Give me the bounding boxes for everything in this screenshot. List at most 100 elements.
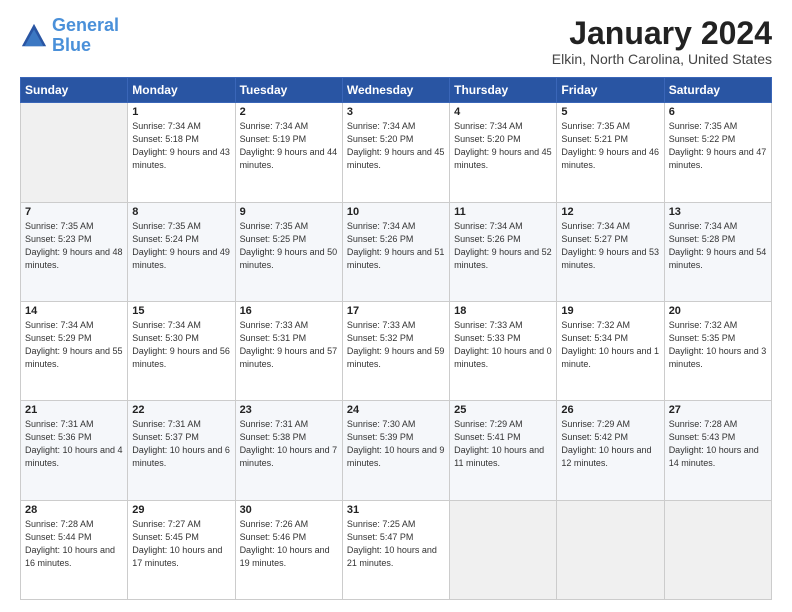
weekday-header: Wednesday bbox=[342, 78, 449, 103]
day-info: Sunrise: 7:34 AMSunset: 5:29 PMDaylight:… bbox=[25, 319, 123, 371]
day-number: 11 bbox=[454, 206, 552, 218]
weekday-header: Sunday bbox=[21, 78, 128, 103]
calendar-cell: 26 Sunrise: 7:29 AMSunset: 5:42 PMDayligh… bbox=[557, 401, 664, 500]
day-info: Sunrise: 7:35 AMSunset: 5:22 PMDaylight:… bbox=[669, 120, 767, 172]
header: General Blue January 2024 Elkin, North C… bbox=[20, 16, 772, 67]
calendar-cell: 5 Sunrise: 7:35 AMSunset: 5:21 PMDaylight… bbox=[557, 103, 664, 202]
weekday-header: Friday bbox=[557, 78, 664, 103]
calendar-cell: 15 Sunrise: 7:34 AMSunset: 5:30 PMDayligh… bbox=[128, 301, 235, 400]
calendar-cell bbox=[557, 500, 664, 599]
day-info: Sunrise: 7:35 AMSunset: 5:25 PMDaylight:… bbox=[240, 220, 338, 272]
day-number: 7 bbox=[25, 206, 123, 218]
day-info: Sunrise: 7:33 AMSunset: 5:32 PMDaylight:… bbox=[347, 319, 445, 371]
day-number: 29 bbox=[132, 504, 230, 516]
calendar-cell: 3 Sunrise: 7:34 AMSunset: 5:20 PMDaylight… bbox=[342, 103, 449, 202]
day-info: Sunrise: 7:29 AMSunset: 5:42 PMDaylight:… bbox=[561, 418, 659, 470]
calendar-cell: 6Sunrise: 7:35 AMSunset: 5:22 PMDaylight… bbox=[664, 103, 771, 202]
calendar-cell: 16 Sunrise: 7:33 AMSunset: 5:31 PMDayligh… bbox=[235, 301, 342, 400]
day-number: 31 bbox=[347, 504, 445, 516]
calendar-cell: 10Sunrise: 7:34 AMSunset: 5:26 PMDayligh… bbox=[342, 202, 449, 301]
day-info: Sunrise: 7:31 AMSunset: 5:38 PMDaylight:… bbox=[240, 418, 338, 470]
day-number: 13 bbox=[669, 206, 767, 218]
day-info: Sunrise: 7:27 AMSunset: 5:45 PMDaylight:… bbox=[132, 518, 230, 570]
day-number: 4 bbox=[454, 106, 552, 118]
day-info: Sunrise: 7:33 AMSunset: 5:33 PMDaylight:… bbox=[454, 319, 552, 371]
day-info: Sunrise: 7:29 AMSunset: 5:41 PMDaylight:… bbox=[454, 418, 552, 470]
weekday-header: Monday bbox=[128, 78, 235, 103]
location: Elkin, North Carolina, United States bbox=[552, 51, 772, 67]
day-number: 17 bbox=[347, 305, 445, 317]
calendar-cell: 19 Sunrise: 7:32 AMSunset: 5:34 PMDayligh… bbox=[557, 301, 664, 400]
calendar-cell: 23 Sunrise: 7:31 AMSunset: 5:38 PMDayligh… bbox=[235, 401, 342, 500]
month-title: January 2024 bbox=[552, 16, 772, 51]
calendar-cell bbox=[664, 500, 771, 599]
day-number: 1 bbox=[132, 106, 230, 118]
day-number: 3 bbox=[347, 106, 445, 118]
calendar-cell: 24Sunrise: 7:30 AMSunset: 5:39 PMDayligh… bbox=[342, 401, 449, 500]
calendar-cell: 8 Sunrise: 7:35 AMSunset: 5:24 PMDaylight… bbox=[128, 202, 235, 301]
day-number: 5 bbox=[561, 106, 659, 118]
day-info: Sunrise: 7:28 AMSunset: 5:43 PMDaylight:… bbox=[669, 418, 767, 470]
calendar-cell: 1 Sunrise: 7:34 AMSunset: 5:18 PMDaylight… bbox=[128, 103, 235, 202]
calendar-cell: 25Sunrise: 7:29 AMSunset: 5:41 PMDayligh… bbox=[450, 401, 557, 500]
day-number: 22 bbox=[132, 404, 230, 416]
logo-icon bbox=[20, 22, 48, 50]
calendar-cell: 2Sunrise: 7:34 AMSunset: 5:19 PMDaylight… bbox=[235, 103, 342, 202]
weekday-header: Tuesday bbox=[235, 78, 342, 103]
day-number: 16 bbox=[240, 305, 338, 317]
logo-text: General Blue bbox=[52, 16, 119, 56]
day-info: Sunrise: 7:34 AMSunset: 5:20 PMDaylight:… bbox=[454, 120, 552, 172]
calendar-cell: 4 Sunrise: 7:34 AMSunset: 5:20 PMDaylight… bbox=[450, 103, 557, 202]
day-info: Sunrise: 7:31 AMSunset: 5:36 PMDaylight:… bbox=[25, 418, 123, 470]
day-number: 14 bbox=[25, 305, 123, 317]
day-number: 21 bbox=[25, 404, 123, 416]
calendar-cell: 13 Sunrise: 7:34 AMSunset: 5:28 PMDayligh… bbox=[664, 202, 771, 301]
day-info: Sunrise: 7:35 AMSunset: 5:24 PMDaylight:… bbox=[132, 220, 230, 272]
calendar-table: SundayMondayTuesdayWednesdayThursdayFrid… bbox=[20, 77, 772, 600]
day-number: 26 bbox=[561, 404, 659, 416]
calendar-cell: 7 Sunrise: 7:35 AMSunset: 5:23 PMDaylight… bbox=[21, 202, 128, 301]
day-info: Sunrise: 7:31 AMSunset: 5:37 PMDaylight:… bbox=[132, 418, 230, 470]
title-block: January 2024 Elkin, North Carolina, Unit… bbox=[552, 16, 772, 67]
day-info: Sunrise: 7:34 AMSunset: 5:28 PMDaylight:… bbox=[669, 220, 767, 272]
day-number: 27 bbox=[669, 404, 767, 416]
day-info: Sunrise: 7:35 AMSunset: 5:21 PMDaylight:… bbox=[561, 120, 659, 172]
day-number: 19 bbox=[561, 305, 659, 317]
calendar-cell: 20Sunrise: 7:32 AMSunset: 5:35 PMDayligh… bbox=[664, 301, 771, 400]
day-number: 15 bbox=[132, 305, 230, 317]
calendar-cell: 17 Sunrise: 7:33 AMSunset: 5:32 PMDayligh… bbox=[342, 301, 449, 400]
day-info: Sunrise: 7:32 AMSunset: 5:35 PMDaylight:… bbox=[669, 319, 767, 371]
day-number: 18 bbox=[454, 305, 552, 317]
day-number: 30 bbox=[240, 504, 338, 516]
day-info: Sunrise: 7:25 AMSunset: 5:47 PMDaylight:… bbox=[347, 518, 445, 570]
calendar-cell: 21 Sunrise: 7:31 AMSunset: 5:36 PMDayligh… bbox=[21, 401, 128, 500]
day-info: Sunrise: 7:33 AMSunset: 5:31 PMDaylight:… bbox=[240, 319, 338, 371]
calendar-cell: 28Sunrise: 7:28 AMSunset: 5:44 PMDayligh… bbox=[21, 500, 128, 599]
logo-general: General bbox=[52, 15, 119, 35]
day-info: Sunrise: 7:34 AMSunset: 5:20 PMDaylight:… bbox=[347, 120, 445, 172]
calendar-cell: 31 Sunrise: 7:25 AMSunset: 5:47 PMDayligh… bbox=[342, 500, 449, 599]
day-info: Sunrise: 7:30 AMSunset: 5:39 PMDaylight:… bbox=[347, 418, 445, 470]
calendar-cell: 27 Sunrise: 7:28 AMSunset: 5:43 PMDayligh… bbox=[664, 401, 771, 500]
day-number: 10 bbox=[347, 206, 445, 218]
weekday-header: Saturday bbox=[664, 78, 771, 103]
calendar-cell bbox=[450, 500, 557, 599]
day-number: 8 bbox=[132, 206, 230, 218]
logo-blue: Blue bbox=[52, 35, 91, 55]
day-info: Sunrise: 7:32 AMSunset: 5:34 PMDaylight:… bbox=[561, 319, 659, 371]
weekday-header: Thursday bbox=[450, 78, 557, 103]
calendar-cell: 9 Sunrise: 7:35 AMSunset: 5:25 PMDaylight… bbox=[235, 202, 342, 301]
day-number: 28 bbox=[25, 504, 123, 516]
calendar-cell: 14 Sunrise: 7:34 AMSunset: 5:29 PMDayligh… bbox=[21, 301, 128, 400]
logo: General Blue bbox=[20, 16, 119, 56]
day-number: 9 bbox=[240, 206, 338, 218]
day-number: 23 bbox=[240, 404, 338, 416]
day-info: Sunrise: 7:34 AMSunset: 5:26 PMDaylight:… bbox=[454, 220, 552, 272]
day-number: 12 bbox=[561, 206, 659, 218]
calendar-cell: 12Sunrise: 7:34 AMSunset: 5:27 PMDayligh… bbox=[557, 202, 664, 301]
day-info: Sunrise: 7:34 AMSunset: 5:30 PMDaylight:… bbox=[132, 319, 230, 371]
calendar-cell: 11 Sunrise: 7:34 AMSunset: 5:26 PMDayligh… bbox=[450, 202, 557, 301]
day-info: Sunrise: 7:34 AMSunset: 5:18 PMDaylight:… bbox=[132, 120, 230, 172]
day-number: 2 bbox=[240, 106, 338, 118]
day-info: Sunrise: 7:35 AMSunset: 5:23 PMDaylight:… bbox=[25, 220, 123, 272]
